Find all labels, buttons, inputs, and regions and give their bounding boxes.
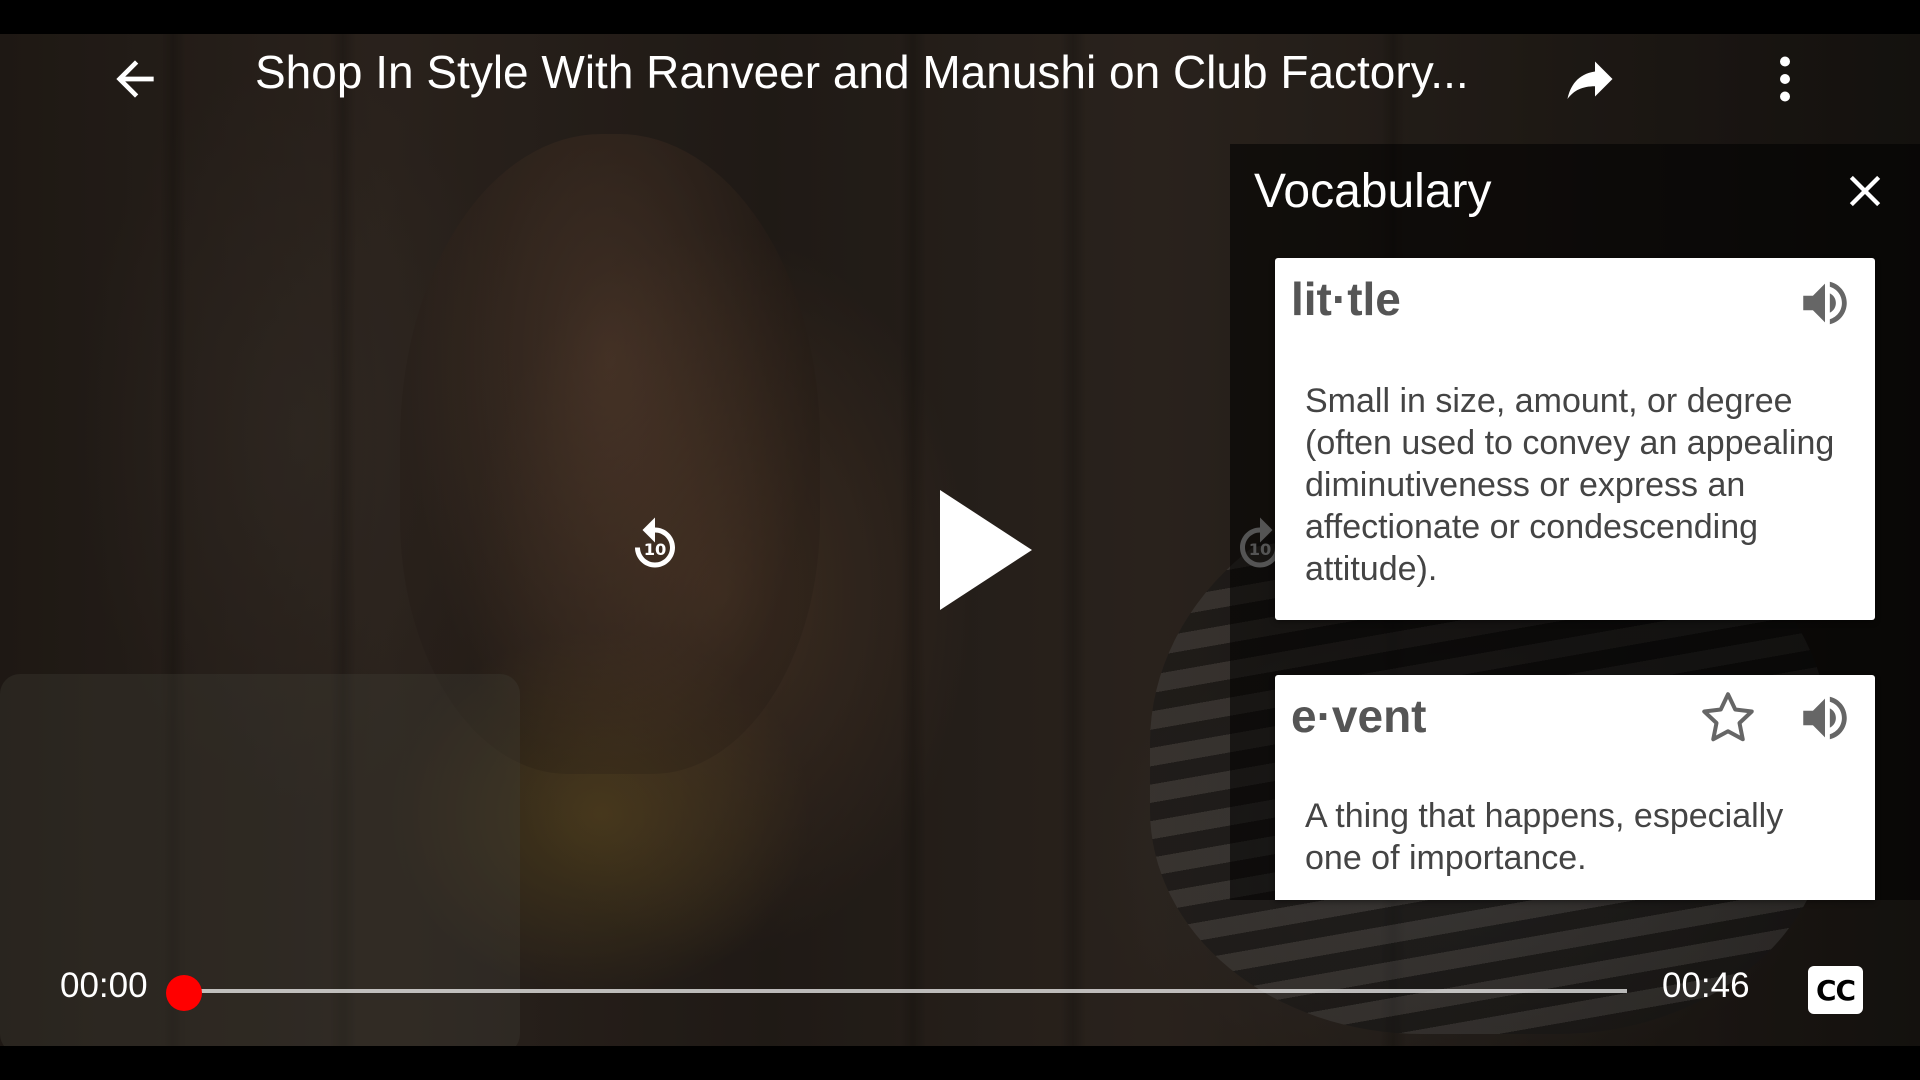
closed-captions-icon[interactable]: CC xyxy=(1808,966,1863,1014)
more-vertical-icon[interactable] xyxy=(1750,44,1820,114)
star-outline-icon[interactable] xyxy=(1693,683,1763,753)
vocab-word: e·vent xyxy=(1291,690,1427,742)
progress-thumb[interactable] xyxy=(166,975,202,1011)
vocab-definition: A thing that happens, especially one of … xyxy=(1305,797,1784,877)
progress-track[interactable] xyxy=(184,989,1627,993)
rewind-10-icon[interactable]: 10 xyxy=(620,510,690,580)
vocabulary-title: Vocabulary xyxy=(1254,165,1492,218)
share-icon[interactable] xyxy=(1555,44,1625,114)
rewind-seconds-label: 10 xyxy=(644,540,667,559)
duration: 00:46 xyxy=(1662,966,1750,1005)
vocabulary-panel: Vocabulary lit·tle Small in size, amount… xyxy=(1230,144,1920,900)
current-time: 00:00 xyxy=(60,966,148,1005)
vocab-definition: Small in size, amount, or degree (often … xyxy=(1305,382,1835,588)
vocab-card[interactable]: e·vent A thing that happens, especially … xyxy=(1275,675,1875,900)
vocab-word: lit·tle xyxy=(1291,273,1401,325)
speaker-icon[interactable] xyxy=(1790,683,1860,753)
video-title: Shop In Style With Ranveer and Manushi o… xyxy=(255,46,1469,98)
close-icon[interactable] xyxy=(1830,156,1900,226)
back-arrow-icon[interactable] xyxy=(100,44,170,114)
play-icon[interactable] xyxy=(905,470,1055,630)
vocab-card[interactable]: lit·tle Small in size, amount, or degree… xyxy=(1275,258,1875,620)
speaker-icon[interactable] xyxy=(1790,268,1860,338)
